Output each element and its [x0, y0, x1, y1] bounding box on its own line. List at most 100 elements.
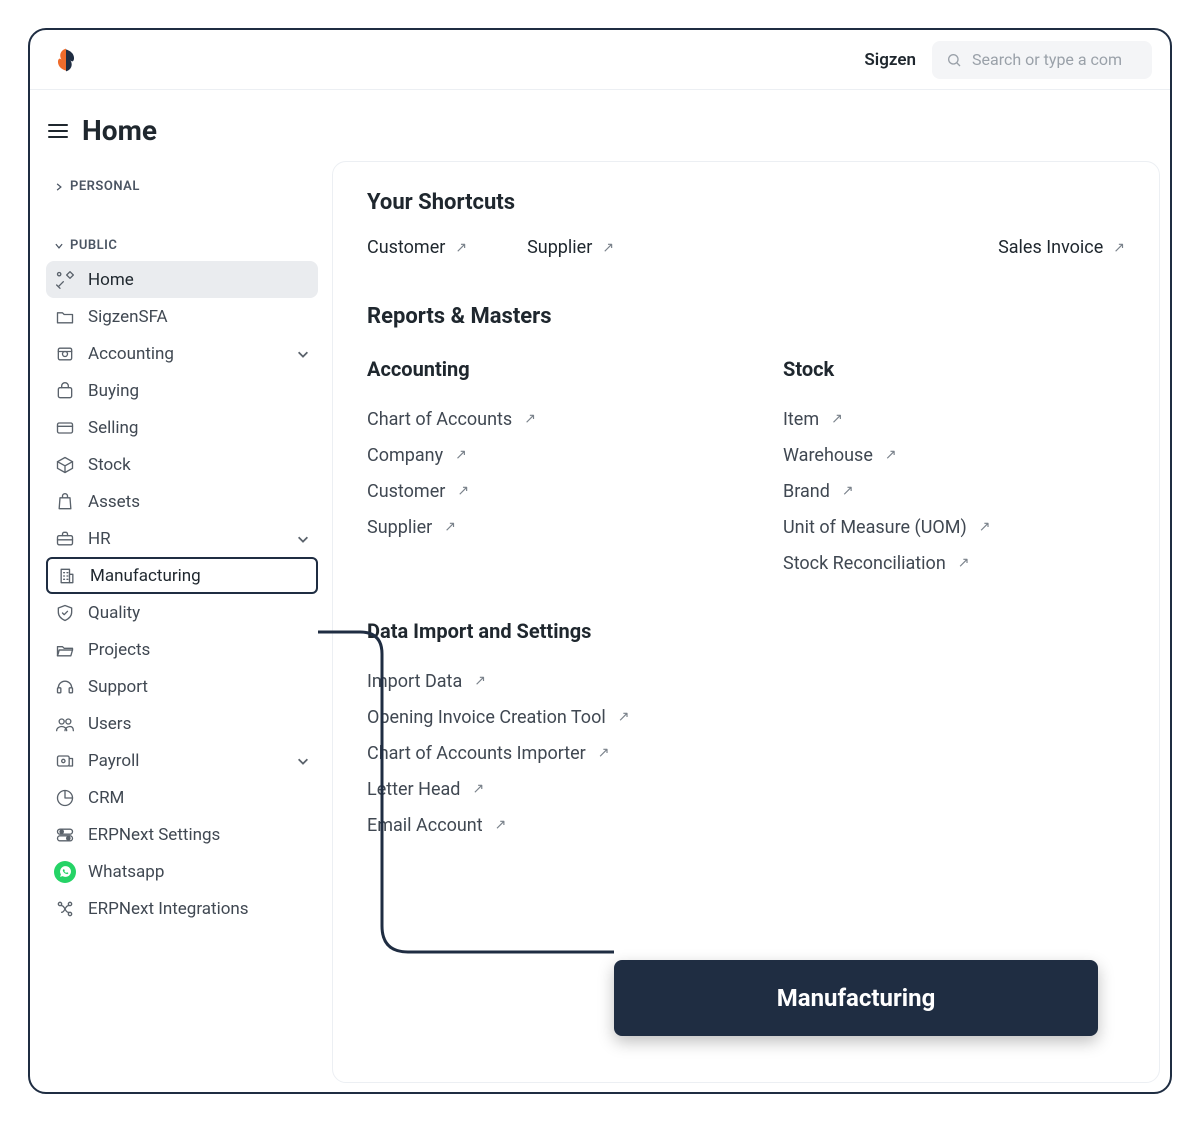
sidebar-item-projects[interactable]: Projects — [46, 631, 318, 668]
sidebar-section-public[interactable]: PUBLIC — [46, 212, 318, 261]
sidebar-item-whatsapp[interactable]: Whatsapp — [46, 853, 318, 890]
arrow-up-right-icon: ↗ — [602, 240, 614, 256]
sidebar-item-label: Support — [88, 677, 148, 697]
callout-manufacturing: Manufacturing — [614, 960, 1098, 1036]
sidebar-section-personal[interactable]: PERSONAL — [46, 169, 318, 212]
toggles-icon — [54, 824, 76, 846]
topbar: Sigzen Search or type a com — [30, 30, 1170, 90]
link-label: Opening Invoice Creation Tool — [367, 707, 606, 728]
sidebar-item-label: Users — [88, 714, 131, 734]
shortcuts-title: Your Shortcuts — [367, 190, 1125, 215]
link-label: Company — [367, 445, 443, 466]
sidebar-item-label: Assets — [88, 492, 140, 512]
shortcut-supplier[interactable]: Supplier↗ — [527, 237, 614, 258]
arrow-up-right-icon: ↗ — [598, 745, 610, 761]
sidebar-item-selling[interactable]: Selling — [46, 409, 318, 446]
sidebar-item-payroll[interactable]: Payroll — [46, 742, 318, 779]
link-label: Warehouse — [783, 445, 873, 466]
link-email-account[interactable]: Email Account↗ — [367, 807, 1125, 843]
chevron-down-icon — [296, 754, 310, 768]
search-placeholder: Search or type a com — [972, 50, 1122, 69]
link-opening-invoice-creation-tool[interactable]: Opening Invoice Creation Tool ↗ — [367, 699, 1125, 735]
link-label: Item — [783, 409, 819, 430]
sidebar-item-manufacturing[interactable]: Manufacturing — [46, 557, 318, 594]
sidebar-item-stock[interactable]: Stock — [46, 446, 318, 483]
sidebar-item-label: Whatsapp — [88, 862, 164, 882]
arrow-up-right-icon: ↗ — [618, 709, 630, 725]
search-input[interactable]: Search or type a com — [932, 41, 1152, 79]
shield-icon — [54, 602, 76, 624]
org-name[interactable]: Sigzen — [864, 50, 916, 70]
shortcut-sales-invoice[interactable]: Sales Invoice ↗ — [998, 237, 1125, 258]
link-customer[interactable]: Customer↗ — [367, 473, 709, 509]
reports-column-accounting: AccountingChart of Accounts↗Company↗Cust… — [367, 357, 709, 581]
sidebar-item-support[interactable]: Support — [46, 668, 318, 705]
logo-icon — [52, 46, 80, 74]
page-title: Home — [82, 114, 157, 147]
arrow-up-right-icon: ↗ — [1113, 240, 1125, 256]
link-warehouse[interactable]: Warehouse↗ — [783, 437, 1125, 473]
arrow-up-right-icon: ↗ — [474, 673, 486, 689]
tools-icon — [54, 269, 76, 291]
link-chart-of-accounts[interactable]: Chart of Accounts↗ — [367, 401, 709, 437]
sidebar-item-crm[interactable]: CRM — [46, 779, 318, 816]
link-item[interactable]: Item↗ — [783, 401, 1125, 437]
sidebar-item-erpnext-settings[interactable]: ERPNext Settings — [46, 816, 318, 853]
chevron-down-icon — [54, 241, 64, 251]
reports-title: Reports & Masters — [367, 304, 1125, 329]
whatsapp-icon — [54, 861, 76, 883]
briefcase-icon — [54, 528, 76, 550]
link-supplier[interactable]: Supplier ↗ — [367, 509, 709, 545]
sidebar-item-label: Payroll — [88, 751, 139, 771]
main-content: Your Shortcuts Customer↗Supplier↗Sales I… — [332, 161, 1160, 1083]
sidebar-item-home[interactable]: Home — [46, 261, 318, 298]
link-company[interactable]: Company ↗ — [367, 437, 709, 473]
page-titlebar: Home — [30, 90, 1170, 161]
shortcut-customer[interactable]: Customer↗ — [367, 237, 467, 258]
sidebar-item-hr[interactable]: HR — [46, 520, 318, 557]
link-label: Supplier — [367, 517, 432, 538]
link-brand[interactable]: Brand↗ — [783, 473, 1125, 509]
building-icon — [56, 565, 78, 587]
arrow-up-right-icon: ↗ — [842, 483, 854, 499]
chevron-right-icon — [54, 182, 64, 192]
link-unit-of-measure-uom-[interactable]: Unit of Measure (UOM)↗ — [783, 509, 1125, 545]
users-icon — [54, 713, 76, 735]
arrow-up-right-icon: ↗ — [455, 447, 467, 463]
sidebar-item-quality[interactable]: Quality — [46, 594, 318, 631]
headset-icon — [54, 676, 76, 698]
arrow-up-right-icon: ↗ — [979, 519, 991, 535]
folder-icon — [54, 306, 76, 328]
column-title: Stock — [783, 357, 1125, 381]
sidebar-item-accounting[interactable]: Accounting — [46, 335, 318, 372]
sidebar-item-label: HR — [88, 529, 111, 549]
link-label: Stock Reconciliation — [783, 553, 946, 574]
bag-icon — [54, 380, 76, 402]
sidebar-item-assets[interactable]: Assets — [46, 483, 318, 520]
link-stock-reconciliation[interactable]: Stock Reconciliation↗ — [783, 545, 1125, 581]
sidebar-item-erpnext-integrations[interactable]: ERPNext Integrations — [46, 890, 318, 927]
sidebar-item-sigzensfa[interactable]: SigzenSFA — [46, 298, 318, 335]
arrow-up-right-icon: ↗ — [444, 519, 456, 535]
arrow-up-right-icon: ↗ — [524, 411, 536, 427]
sidebar-public-label: PUBLIC — [70, 238, 117, 253]
link-label: Customer — [367, 481, 445, 502]
data-import-title: Data Import and Settings — [367, 619, 1125, 643]
app-frame: Sigzen Search or type a com Home PERSONA… — [28, 28, 1172, 1094]
sidebar-item-users[interactable]: Users — [46, 705, 318, 742]
link-label: Email Account — [367, 815, 483, 836]
payroll-icon — [54, 750, 76, 772]
shortcut-label: Sales Invoice — [998, 237, 1103, 258]
sidebar-item-label: ERPNext Settings — [88, 825, 220, 845]
hamburger-icon[interactable] — [48, 124, 68, 138]
sidebar-item-buying[interactable]: Buying — [46, 372, 318, 409]
link-chart-of-accounts-importer[interactable]: Chart of Accounts Importer ↗ — [367, 735, 1125, 771]
link-label: Chart of Accounts Importer — [367, 743, 586, 764]
sidebar-item-label: SigzenSFA — [88, 307, 168, 327]
link-letter-head[interactable]: Letter Head↗ — [367, 771, 1125, 807]
link-import-data[interactable]: Import Data↗ — [367, 663, 1125, 699]
sidebar: PERSONAL PUBLIC Home SigzenSFA AccountingB… — [40, 161, 324, 1083]
link-label: Letter Head — [367, 779, 460, 800]
shopbag-icon — [54, 491, 76, 513]
sidebar-item-label: ERPNext Integrations — [88, 899, 249, 919]
